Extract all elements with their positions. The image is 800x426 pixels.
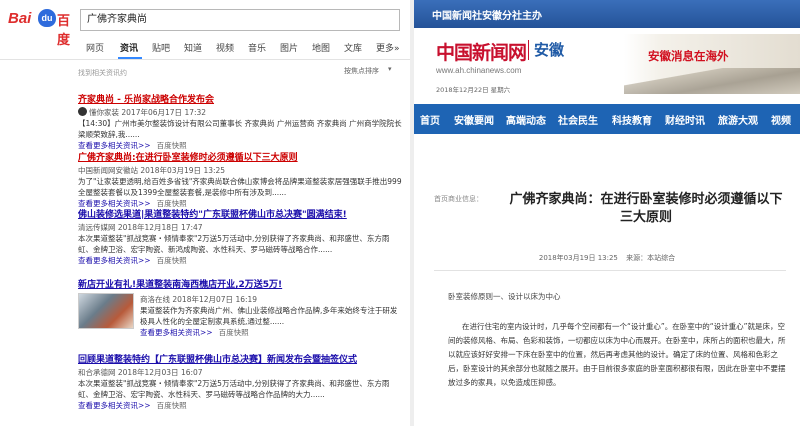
result-snippet: 果道整装作为齐家典尚广州、佛山业装修战略合作品牌,多年来始终专注于研发极具人性化…	[140, 306, 398, 326]
nav-item-society[interactable]: 社会民生	[558, 112, 598, 127]
site-province: 安徽	[534, 41, 565, 59]
tab-more[interactable]: 更多»	[376, 41, 400, 54]
article-source: 来源：本站综合	[626, 254, 676, 262]
result-snippet: 本次果道整装"抓战竞赛・倾情奉家"2万送5万活动中,分别获得了齐家典尚、和邦盛世…	[78, 234, 390, 254]
nav-item-video[interactable]: 视频	[771, 112, 791, 127]
result-title[interactable]: 齐家典尚 - 乐尚家战略合作发布会	[78, 94, 404, 106]
result-count: 找到相关资讯约	[78, 69, 127, 77]
article-divider	[434, 270, 786, 271]
more-news-link[interactable]: 查看更多相关资讯>>	[78, 141, 151, 150]
result-item: 回顾果道整装特约【广东联盟杯佛山市总决赛】新闻发布会暨抽签仪式 和合承德网 20…	[78, 354, 404, 411]
main-nav: 首页 安徽要闻 高端动态 社会民生 科技教育 财经时讯 旅游大观 视频	[414, 104, 800, 134]
article-area: 首页商业信息： 广佛齐家典尚：在进行卧室装修时必须遵循以下三大原则 2018年0…	[414, 134, 800, 426]
search-tabs: 网页 资讯 贴吧 知道 视频 音乐 图片 地图 文库 更多»	[76, 41, 410, 59]
result-item: 佛山装修选果道|果道整装特约"广东联盟杯佛山市总决赛"圆满结束! 清远传媒网 2…	[78, 209, 404, 266]
site-date: 2018年12月22日 星期六	[436, 86, 511, 94]
breadcrumb[interactable]: 首页商业信息：	[434, 194, 483, 204]
sort-dropdown[interactable]: 按焦点排序	[344, 66, 379, 76]
cache-link[interactable]: 百度快照	[157, 141, 187, 150]
tab-video[interactable]: 视频	[216, 41, 234, 54]
result-item: 广佛齐家典尚:在进行卧室装修时必须遵循以下三大原则 中国新闻网安徽站 2018年…	[78, 152, 404, 209]
result-item: 齐家典尚 - 乐尚家战略合作发布会 懂你家装 2017年06月17日 17:32…	[78, 94, 404, 151]
result-source: 和合承德网 2018年12月03日 16:07	[78, 368, 203, 377]
nav-item-travel[interactable]: 旅游大观	[718, 112, 758, 127]
more-news-link[interactable]: 查看更多相关资讯>>	[78, 256, 151, 265]
more-news-link[interactable]: 查看更多相关资讯>>	[78, 401, 151, 410]
tab-web[interactable]: 网页	[86, 41, 104, 54]
result-title[interactable]: 回顾果道整装特约【广东联盟杯佛山市总决赛】新闻发布会暨抽签仪式	[78, 354, 404, 366]
search-page: Bai du 百度 广佛齐家典尚 网页 资讯 贴吧 知道 视频 音乐 图片 地图…	[0, 0, 410, 426]
nav-item-highend[interactable]: 高端动态	[506, 112, 546, 127]
result-item: 新店开业有礼!果道整装南海西樵店开业,2万送5万! 商洛在线 2018年12月0…	[78, 279, 404, 341]
result-title[interactable]: 广佛齐家典尚:在进行卧室装修时必须遵循以下三大原则	[78, 152, 404, 164]
result-title[interactable]: 佛山装修选果道|果道整装特约"广东联盟杯佛山市总决赛"圆满结束!	[78, 209, 404, 221]
nav-item-news[interactable]: 安徽要闻	[454, 112, 494, 127]
top-bar-title: 中国新闻社安徽分社主办	[432, 11, 542, 22]
site-url: www.ah.chinanews.com	[436, 66, 522, 75]
bear-icon	[78, 107, 87, 116]
top-bar: 中国新闻社安徽分社主办	[414, 0, 800, 28]
tab-images[interactable]: 图片	[280, 41, 298, 54]
article-subheading: 卧室装修原则一、设计以床为中心	[448, 292, 561, 301]
more-news-link[interactable]: 查看更多相关资讯>>	[78, 199, 151, 208]
article-body: 在进行住宅的室内设计时，几乎每个空间都有一个“设计重心”。在卧室中的“设计重心”…	[448, 322, 786, 387]
tab-zhidao[interactable]: 知道	[184, 41, 202, 54]
result-body: 商洛在线 2018年12月07日 16:19 果道整装作为齐家典尚广州、佛山业装…	[140, 293, 402, 338]
cache-link[interactable]: 百度快照	[157, 199, 187, 208]
result-title[interactable]: 新店开业有礼!果道整装南海西樵店开业,2万送5万!	[78, 279, 404, 291]
tab-tieba[interactable]: 贴吧	[152, 41, 170, 54]
result-source: 清远传媒网 2018年12月18日 17:47	[78, 223, 203, 232]
result-more-row: 查看更多相关资讯>> 百度快照	[78, 400, 404, 411]
nav-item-home[interactable]: 首页	[420, 112, 440, 127]
result-snippet: 本次果道整装"抓战竞赛・倾情奉家"2万送5万活动中,分别获得了齐家典尚、和邦盛世…	[78, 379, 390, 399]
result-more-row: 查看更多相关资讯>> 百度快照	[78, 255, 404, 266]
banner-landscape	[624, 68, 800, 94]
chevron-down-icon[interactable]: ▾	[388, 65, 392, 73]
header-banner[interactable]: 安徽消息在海外	[624, 34, 800, 94]
cache-link[interactable]: 百度快照	[157, 401, 187, 410]
nav-item-finance[interactable]: 财经时讯	[665, 112, 705, 127]
paw-icon: du	[38, 9, 56, 27]
article-title: 广佛齐家典尚：在进行卧室装修时必须遵循以下三大原则	[509, 192, 783, 225]
news-page: 中国新闻社安徽分社主办 中国新闻网 安徽 www.ah.chinanews.co…	[414, 0, 800, 426]
result-source: 中国新闻网安徽站 2018年03月19日 13:25	[78, 166, 226, 175]
logo-divider	[528, 40, 529, 60]
tab-news[interactable]: 资讯	[120, 41, 138, 54]
article-date: 2018年03月19日 13:25	[538, 254, 618, 262]
banner-text: 安徽消息在海外	[648, 49, 729, 63]
result-thumbnail[interactable]	[78, 293, 134, 329]
site-header: 中国新闻网 安徽 www.ah.chinanews.com 2018年12月22…	[414, 28, 800, 100]
search-input[interactable]: 广佛齐家典尚	[80, 9, 400, 31]
logo-du: 百度	[57, 14, 71, 48]
nav-divider	[0, 59, 410, 60]
cache-link[interactable]: 百度快照	[157, 256, 187, 265]
result-more-row: 查看更多相关资讯>> 百度快照	[78, 140, 404, 151]
cache-link[interactable]: 百度快照	[219, 328, 249, 337]
site-logo[interactable]: 中国新闻网	[436, 38, 527, 65]
baidu-logo[interactable]: Bai du 百度	[8, 8, 78, 48]
result-source-text: 懂你家装 2017年06月17日 17:32	[89, 108, 207, 117]
tab-wenku[interactable]: 文库	[344, 41, 362, 54]
result-source: 商洛在线 2018年12月07日 16:19	[140, 295, 258, 304]
result-source: 懂你家装 2017年06月17日 17:32	[78, 107, 404, 119]
more-news-link[interactable]: 查看更多相关资讯>>	[140, 328, 213, 337]
result-more-row: 查看更多相关资讯>> 百度快照	[78, 198, 404, 209]
result-more-row: 查看更多相关资讯>> 百度快照	[140, 327, 402, 338]
nav-item-tech[interactable]: 科技教育	[612, 112, 652, 127]
result-snippet: 为了"让家装更透明,给百姓多省钱"齐家典尚联合佛山家博会将品牌果道整装家居强强联…	[78, 177, 402, 197]
tab-map[interactable]: 地图	[312, 41, 330, 54]
result-snippet: 【14:30】广州市美尔整装饰设计有限公司董事长 齐家典尚 广州运营商 齐家典尚…	[78, 119, 402, 139]
article-meta: 2018年03月19日 13:25 来源：本站综合	[414, 253, 800, 263]
logo-bai: Bai	[8, 10, 32, 27]
tab-music[interactable]: 音乐	[248, 41, 266, 54]
